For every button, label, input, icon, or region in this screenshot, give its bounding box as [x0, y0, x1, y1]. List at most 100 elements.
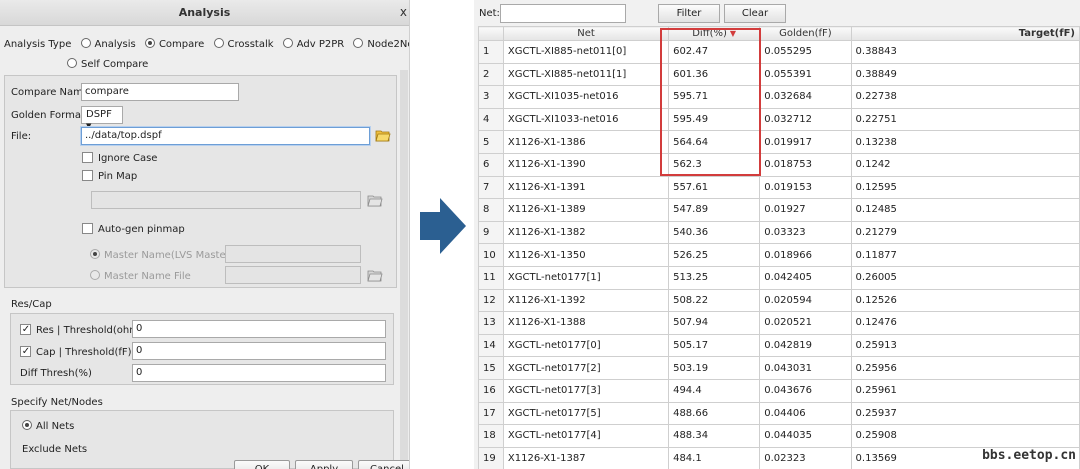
table-header: Net Diff(%) ▼ Golden(fF) Target(fF) — [478, 26, 1080, 41]
row-number: 2 — [478, 62, 504, 87]
net-cell: XGCTL-XI1033-net016 — [502, 107, 670, 132]
results-table: Net Diff(%) ▼ Golden(fF) Target(fF) 1 XGCT… — [478, 26, 1080, 469]
row-number: 10 — [478, 243, 504, 267]
table-row[interactable]: 11 XGCTL-net0177[1] 513.25 0.042405 0.26005 — [478, 265, 1080, 290]
net-cell: X1126-X1-1388 — [502, 311, 670, 335]
all-nets-radio[interactable]: All Nets — [22, 420, 74, 432]
radio-icon — [67, 58, 77, 68]
table-row[interactable]: 4 XGCTL-XI1033-net016 595.49 0.032712 0.2275… — [478, 107, 1080, 132]
res-threshold-checkbox[interactable]: Res | Threshold(ohm) — [20, 324, 143, 336]
diff-thresh-input[interactable]: 0 — [132, 364, 386, 382]
column-header-target[interactable]: Target(fF) — [850, 26, 1080, 41]
table-row[interactable]: 1 XGCTL-XI885-net011[0] 602.47 0.055295 0.38… — [478, 40, 1080, 64]
radio-node2node[interactable]: Node2Node R — [353, 38, 409, 50]
net-cell: X1126-X1-1350 — [502, 243, 670, 267]
table-row[interactable]: 18 XGCTL-net0177[4] 488.34 0.044035 0.25908 — [478, 424, 1080, 448]
folder-open-icon[interactable] — [375, 128, 391, 142]
golden-cell: 0.042819 — [759, 333, 852, 358]
auto-gen-pinmap-checkbox[interactable]: Auto-gen pinmap — [82, 223, 185, 235]
golden-cell: 0.019153 — [759, 175, 852, 200]
row-number: 18 — [478, 424, 504, 448]
golden-cell: 0.03323 — [759, 220, 852, 245]
target-cell: 0.12595 — [850, 175, 1080, 200]
diff-cell: 507.94 — [668, 311, 761, 335]
ignore-case-checkbox[interactable]: Ignore Case — [82, 152, 157, 164]
table-row[interactable]: 14 XGCTL-net0177[0] 505.17 0.042819 0.25913 — [478, 333, 1080, 358]
radio-crosstalk[interactable]: Crosstalk — [213, 38, 274, 50]
diff-cell: 602.47 — [668, 40, 761, 64]
table-row[interactable]: 9 X1126-X1-1382 540.36 0.03323 0.21279 — [478, 220, 1080, 245]
column-header-diff[interactable]: Diff(%) ▼ — [668, 26, 761, 41]
net-cell: X1126-X1-1382 — [502, 220, 670, 245]
target-cell: 0.25956 — [850, 356, 1080, 380]
table-row[interactable]: 3 XGCTL-XI1035-net016 595.71 0.032684 0.2273… — [478, 85, 1080, 109]
table-row[interactable]: 17 XGCTL-net0177[5] 488.66 0.04406 0.25937 — [478, 401, 1080, 426]
golden-cell: 0.043676 — [759, 378, 852, 403]
master-name-lvs-radio: Master Name(LVS Master) — [90, 249, 234, 261]
right-arrow-icon — [420, 198, 466, 254]
folder-open-icon — [367, 270, 383, 282]
net-cell: X1126-X1-1390 — [502, 152, 670, 177]
dialog-titlebar: Analysis x — [0, 0, 409, 26]
clear-button[interactable]: Clear — [724, 4, 786, 23]
diff-cell: 505.17 — [668, 333, 761, 358]
sort-desc-icon: ▼ — [729, 29, 737, 38]
golden-cell: 0.020521 — [759, 311, 852, 335]
dialog-scrollbar[interactable] — [400, 70, 408, 469]
cancel-button[interactable]: Cancel — [358, 460, 409, 469]
table-row[interactable]: 7 X1126-X1-1391 557.61 0.019153 0.12595 — [478, 175, 1080, 200]
table-row[interactable]: 8 X1126-X1-1389 547.89 0.01927 0.12485 — [478, 198, 1080, 222]
row-number: 4 — [478, 107, 504, 132]
column-header-net[interactable]: Net — [502, 26, 670, 41]
radio-icon — [213, 38, 224, 48]
cap-threshold-input[interactable]: 0 — [132, 342, 386, 360]
row-number: 5 — [478, 130, 504, 154]
net-cell: XGCTL-net0177[2] — [502, 356, 670, 380]
filter-button[interactable]: Filter — [658, 4, 720, 23]
radio-self-compare[interactable]: Self Compare — [67, 58, 148, 70]
file-path-input[interactable]: ../data/top.dspf — [81, 127, 370, 145]
row-number: 1 — [478, 40, 504, 64]
master-name-file-radio: Master Name File — [90, 270, 191, 282]
target-cell: 0.26005 — [850, 265, 1080, 290]
table-row[interactable]: 2 XGCTL-XI885-net011[1] 601.36 0.055391 0.38… — [478, 62, 1080, 87]
row-number: 8 — [478, 198, 504, 222]
cap-threshold-checkbox[interactable]: Cap | Threshold(fF) — [20, 346, 132, 358]
compare-name-input[interactable]: compare — [81, 83, 239, 101]
table-row[interactable]: 5 X1126-X1-1386 564.64 0.019917 0.13238 — [478, 130, 1080, 154]
specify-net-nodes-label: Specify Net/Nodes — [11, 397, 103, 408]
table-row[interactable]: 13 X1126-X1-1388 507.94 0.020521 0.12476 — [478, 311, 1080, 335]
res-threshold-input[interactable]: 0 — [132, 320, 386, 338]
radio-analysis[interactable]: Analysis — [80, 38, 136, 50]
column-header-golden[interactable]: Golden(fF) — [759, 26, 852, 41]
table-row[interactable]: 12 X1126-X1-1392 508.22 0.020594 0.12526 — [478, 288, 1080, 313]
table-row[interactable]: 16 XGCTL-net0177[3] 494.4 0.043676 0.25961 — [478, 378, 1080, 403]
net-cell: XGCTL-net0177[0] — [502, 333, 670, 358]
pin-map-checkbox[interactable]: Pin Map — [82, 170, 137, 182]
table-row[interactable]: 15 XGCTL-net0177[2] 503.19 0.043031 0.25956 — [478, 356, 1080, 380]
ok-button[interactable]: OK — [234, 460, 290, 469]
master-name-lvs-input — [225, 245, 361, 263]
diff-cell: 547.89 — [668, 198, 761, 222]
golden-cell: 0.055295 — [759, 40, 852, 64]
pin-map-file-input — [91, 191, 361, 209]
net-cell: X1126-X1-1391 — [502, 175, 670, 200]
golden-cell: 0.018753 — [759, 152, 852, 177]
compare-name-label: Compare Name — [11, 87, 90, 98]
radio-adv-p2pr[interactable]: Adv P2PR — [282, 38, 344, 50]
table-row[interactable]: 6 X1126-X1-1390 562.3 0.018753 0.1242 — [478, 152, 1080, 177]
radio-compare[interactable]: Compare — [144, 38, 204, 50]
target-cell: 0.25908 — [850, 424, 1080, 448]
table-row[interactable]: 10 X1126-X1-1350 526.25 0.018966 0.11877 — [478, 243, 1080, 267]
close-icon[interactable]: x — [400, 5, 407, 19]
net-cell: XGCTL-net0177[4] — [502, 424, 670, 448]
row-number: 3 — [478, 85, 504, 109]
golden-cell: 0.043031 — [759, 356, 852, 380]
res-cap-label: Res/Cap — [11, 299, 52, 310]
apply-button[interactable]: Apply — [295, 460, 353, 469]
target-cell: 0.1242 — [850, 152, 1080, 177]
golden-format-select[interactable]: DSPF ▼ — [81, 106, 123, 130]
golden-cell: 0.019917 — [759, 130, 852, 154]
golden-cell: 0.055391 — [759, 62, 852, 87]
net-filter-input[interactable] — [500, 4, 626, 23]
